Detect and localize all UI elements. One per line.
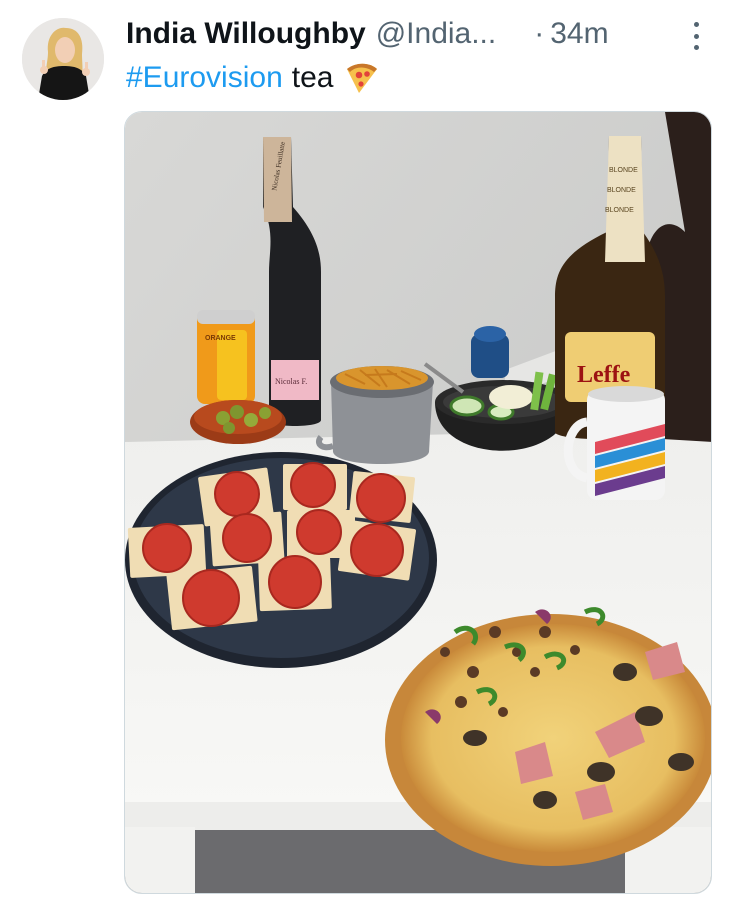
display-name[interactable]: India Willoughby xyxy=(126,17,366,51)
separator-dot: · xyxy=(534,17,545,50)
hashtag-link[interactable]: #Eurovision xyxy=(126,61,283,95)
tweet-header: India Willoughby @India... · 34m xyxy=(126,14,716,54)
pizza-slice-emoji xyxy=(343,59,381,97)
svg-text:BLONDE: BLONDE xyxy=(609,167,638,174)
tweet-card[interactable]: India Willoughby @India... · 34m #Eurovi… xyxy=(0,0,736,900)
more-vertical-icon[interactable] xyxy=(688,18,704,54)
crisps-pot xyxy=(315,366,434,464)
user-handle[interactable]: @India... xyxy=(376,17,497,51)
tweet-body-text: tea xyxy=(291,61,334,94)
timestamp[interactable]: 34m xyxy=(550,17,608,51)
avatar-photo xyxy=(22,18,104,100)
orange-can: ORANGE xyxy=(197,310,255,404)
food-table-photo: Nicolas Feuillatte Nicolas F. ORANGE Lef… xyxy=(125,112,711,893)
tweet-text: #Eurovision tea xyxy=(126,58,381,98)
pepper-shaker xyxy=(471,326,509,378)
olive-bowl xyxy=(190,400,286,444)
svg-text:BLONDE: BLONDE xyxy=(605,207,634,214)
tweet-media-photo[interactable]: Nicolas Feuillatte Nicolas F. ORANGE Lef… xyxy=(124,111,712,894)
cracker-plate xyxy=(125,452,437,668)
svg-text:Nicolas F.: Nicolas F. xyxy=(275,377,307,386)
svg-text:ORANGE: ORANGE xyxy=(205,335,236,342)
avatar[interactable] xyxy=(22,18,104,100)
svg-text:BLONDE: BLONDE xyxy=(607,187,636,194)
svg-text:Leffe: Leffe xyxy=(577,362,631,388)
